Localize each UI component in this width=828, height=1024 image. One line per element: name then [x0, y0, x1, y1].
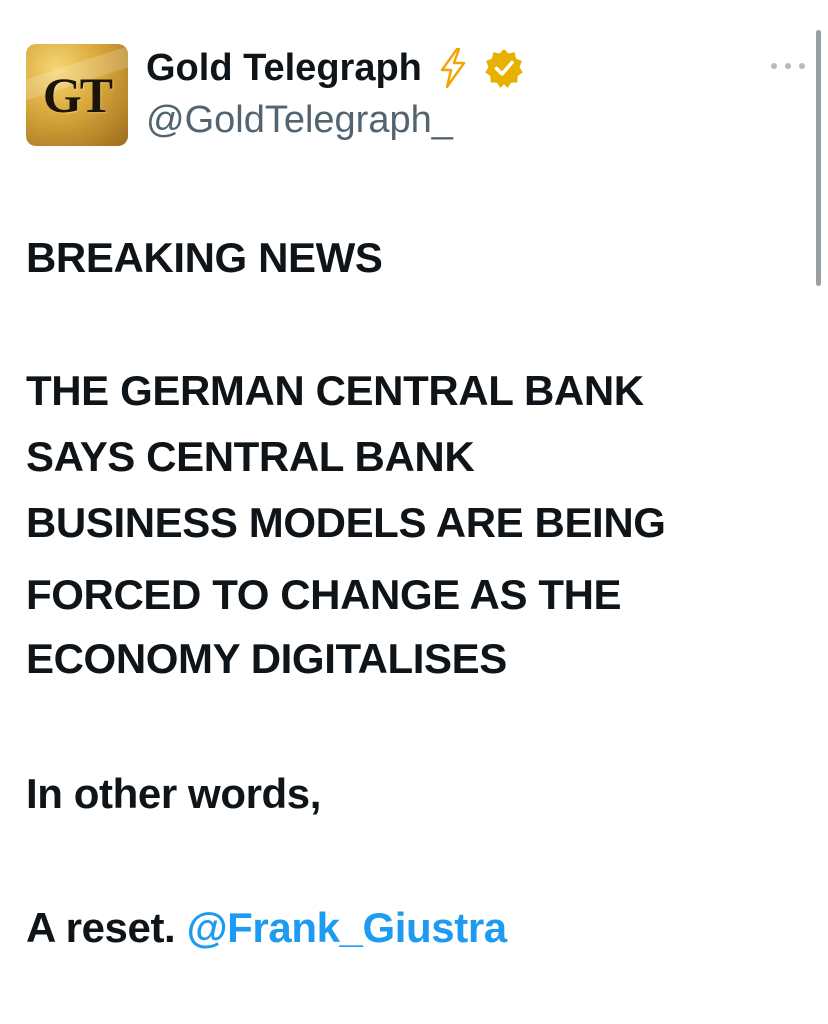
- text-line-3: BUSINESS MODELS ARE BEING: [26, 499, 666, 546]
- display-name[interactable]: Gold Telegraph: [146, 46, 422, 90]
- tweet-header: GT Gold Telegraph @GoldTelegraph_: [26, 44, 805, 148]
- text-line-breaking-news: BREAKING NEWS: [26, 234, 383, 281]
- reset-text: A reset.: [26, 904, 176, 951]
- text-line-5: ECONOMY DIGITALISES: [26, 635, 507, 682]
- text-line-4: FORCED TO CHANGE AS THE: [26, 571, 622, 618]
- text-line-in-other-words: In other words,: [26, 770, 322, 817]
- verified-badge-icon[interactable]: [484, 48, 524, 88]
- text-line-2: SAYS CENTRAL BANK: [26, 433, 475, 480]
- tweet: GT Gold Telegraph @GoldTelegraph_ BREAKI…: [0, 0, 828, 1024]
- scrollbar-thumb[interactable]: [816, 30, 821, 286]
- lightning-bolt-icon: [438, 47, 468, 89]
- text-line-reset: A reset. @Frank_Giustra: [26, 896, 507, 960]
- avatar[interactable]: GT: [26, 44, 128, 146]
- user-handle[interactable]: @GoldTelegraph_: [146, 98, 453, 142]
- text-line-1: THE GERMAN CENTRAL BANK: [26, 367, 644, 414]
- avatar-logo-text: GT: [42, 67, 113, 123]
- mention-link[interactable]: @Frank_Giustra: [187, 904, 508, 951]
- name-row: Gold Telegraph: [146, 46, 524, 90]
- more-options-icon[interactable]: [768, 58, 808, 74]
